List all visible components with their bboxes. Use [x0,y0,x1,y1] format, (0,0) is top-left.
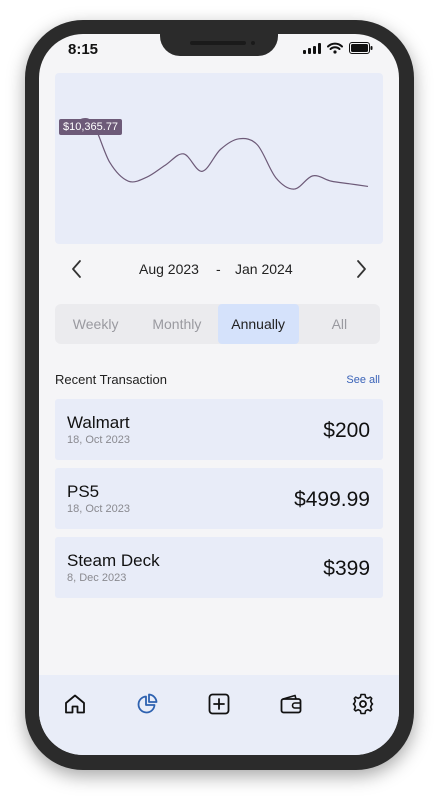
balance-chart: $10,365.77 [55,73,383,244]
range-end: Jan 2024 [235,261,293,277]
chart-tooltip: $10,365.77 [59,119,123,135]
transaction-name: Walmart [67,413,130,432]
transaction-name: PS5 [67,482,100,501]
status-icons [303,42,373,54]
range-separator: - [216,261,221,277]
gear-icon[interactable] [351,692,375,716]
tab-weekly[interactable]: Weekly [55,304,136,344]
chevron-left-icon[interactable] [67,257,87,281]
transaction-amount: $399 [323,557,370,580]
wallet-icon[interactable] [279,692,303,716]
front-camera [251,41,255,45]
wifi-icon [327,42,343,54]
speaker-grille [190,41,246,45]
tab-all[interactable]: All [299,304,380,344]
tab-annually[interactable]: Annually [217,304,299,344]
status-time: 8:15 [68,41,99,58]
transaction-item[interactable]: Walmart 18, Oct 2023 $200 [55,399,383,460]
range-start: Aug 2023 [139,261,199,277]
add-square-icon[interactable] [207,692,231,716]
date-range-selector: Aug 2023 - Jan 2024 [55,254,383,284]
pie-chart-icon[interactable] [135,692,159,716]
transaction-name: Steam Deck [67,551,160,570]
section-title: Recent Transaction [55,372,168,387]
app-screen: 8:15 $10,365.77 Aug 2023 - Jan 2024 Week… [39,34,399,755]
tab-monthly[interactable]: Monthly [136,304,217,344]
home-icon[interactable] [63,692,87,716]
transaction-item[interactable]: Steam Deck 8, Dec 2023 $399 [55,537,383,598]
transaction-date: 8, Dec 2023 [67,572,127,584]
battery-icon [349,42,373,54]
transaction-amount: $499.99 [294,488,370,511]
balance-line-chart [71,118,369,190]
transaction-item[interactable]: PS5 18, Oct 2023 $499.99 [55,468,383,529]
transaction-date: 18, Oct 2023 [67,503,130,515]
chevron-right-icon[interactable] [351,257,371,281]
bottom-nav [39,675,399,755]
transaction-amount: $200 [323,419,370,442]
notch [160,34,278,56]
signal-icon [303,42,321,54]
see-all-link[interactable]: See all [346,374,380,386]
transaction-date: 18, Oct 2023 [67,434,130,446]
period-tabs: Weekly Monthly Annually All [55,304,380,344]
